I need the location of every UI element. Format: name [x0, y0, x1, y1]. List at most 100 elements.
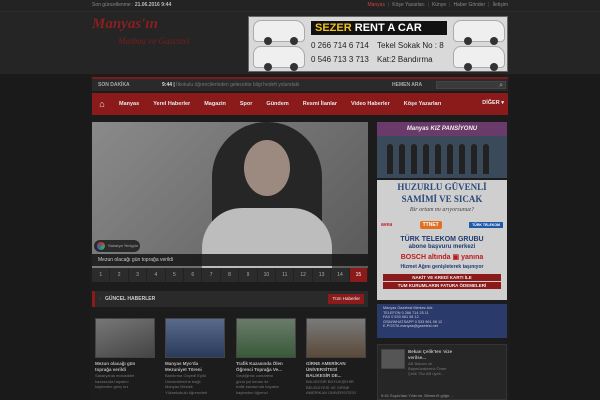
slider-page-button[interactable]: 5: [166, 268, 185, 282]
brand-logos: avea TTNET TÜRK TELEKOM: [381, 218, 503, 232]
nav-item-official-ads[interactable]: Resmi İlanlar: [296, 101, 344, 107]
news-thumbnail[interactable]: [95, 318, 155, 358]
ad-title: Manyas KIZ PANSİYONU: [377, 122, 507, 136]
side-news-title[interactable]: Bekan Çelik'ten 'vize verilse...: [408, 349, 452, 361]
ticker-label: SON DAKİKA: [98, 82, 130, 88]
slider-page-button-active[interactable]: 15: [349, 268, 369, 282]
car-image: [453, 20, 505, 45]
ad-phone-2: 0 546 713 3 713: [311, 55, 369, 64]
ticker-text[interactable]: 9:44 | İlkokulu öğrencilerinden gelecekt…: [162, 79, 299, 91]
news-thumbnail[interactable]: [306, 318, 366, 358]
news-thumbnail[interactable]: [236, 318, 296, 358]
slider-page-button[interactable]: 4: [147, 268, 166, 282]
slider-page-button[interactable]: 9: [239, 268, 258, 282]
news-card-title[interactable]: Trafik Kazasında Ölen Öğrenci Toprağa Ve…: [236, 361, 298, 373]
nav-item-magazine[interactable]: Magazin: [197, 101, 233, 107]
news-card-desc: BALIKESİR BÜYÜKŞEHİR BELEDİYESİ VE GİRNE…: [306, 379, 356, 395]
nav-item-video-news[interactable]: Video Haberler: [344, 101, 397, 107]
home-icon[interactable]: ⌂: [92, 99, 112, 109]
turk-telekom-logo: TÜRK TELEKOM: [469, 222, 503, 228]
search-label: HEMEN ARA: [392, 82, 423, 88]
news-card-desc: Sakarya'da motosiklet kazasında hayatını…: [95, 373, 135, 389]
ad-subline: Bir ortam mı arıyorsunuz?: [409, 207, 475, 213]
nav-more-dropdown[interactable]: DİĞER ▾: [482, 100, 504, 106]
main-nav: ⌂ Manyas Yerel Haberler Magazin Spor Gün…: [92, 93, 508, 115]
top-link-imprint[interactable]: Künye: [432, 2, 446, 8]
search-input[interactable]: ⌕: [436, 81, 506, 89]
page-margin-left: [0, 74, 90, 400]
nav-item-columnists[interactable]: Köşe Yazarları: [397, 101, 449, 107]
top-bar: Son güncellenme : 21.06.2016 9:44 Manyas…: [0, 0, 600, 12]
section-title: GÜNCEL HABERLER: [105, 296, 156, 302]
side-news-box: Bekan Çelik'ten 'vize verilse... AB Baka…: [377, 344, 507, 400]
slider-page-button[interactable]: 3: [129, 268, 148, 282]
ad-text: Hizmet Ağını genişleterek taşınıyor: [400, 264, 484, 270]
logo-title: Manyas'ın: [92, 16, 158, 32]
nav-item-sports[interactable]: Spor: [233, 101, 260, 107]
news-card[interactable]: Manyas Myo'da Mezuniyet Töreni Bandırma …: [165, 318, 227, 400]
slider-page-button[interactable]: 14: [331, 268, 350, 282]
ad-headline: HUZURLU GÜVENLİ: [397, 182, 487, 192]
car-image: [253, 20, 305, 45]
nav-item-manyas[interactable]: Manyas: [112, 101, 146, 107]
all-news-button[interactable]: Tüm Haberler: [328, 294, 364, 304]
slider-page-button[interactable]: 13: [313, 268, 332, 282]
news-card[interactable]: GİRNE AMERİKAN ÜNİVERSİTESİ BALIKESİR DE…: [306, 318, 368, 400]
current-news-header: › GÜNCEL HABERLER Tüm Haberler: [92, 291, 368, 307]
nav-item-agenda[interactable]: Gündem: [259, 101, 295, 107]
slider-page-button[interactable]: 1: [92, 268, 111, 282]
top-links: Manyas | Köşe Yazarları | Künye | Haber Gön…: [367, 2, 508, 8]
ad-phone-1: 0 266 714 6 714: [311, 41, 369, 50]
news-card[interactable]: Mezun olacağı gün toprağa verildi Sakary…: [95, 318, 157, 400]
nav-item-local-news[interactable]: Yerel Haberler: [146, 101, 197, 107]
last-updated: Son güncellenme : 21.06.2016 9:44: [92, 2, 172, 8]
news-card-title[interactable]: Manyas Myo'da Mezuniyet Töreni: [165, 361, 227, 373]
side-news-desc: AB Bakanı ve Başmüzakereci Ömer Çelik "S…: [408, 361, 447, 376]
news-thumbnail[interactable]: [165, 318, 225, 358]
news-card-title[interactable]: GİRNE AMERİKAN ÜNİVERSİTESİ BALIKESİR DE…: [306, 361, 368, 379]
slider-page-button[interactable]: 6: [184, 268, 203, 282]
side-news-thumbnail[interactable]: [381, 349, 405, 369]
avea-logo: avea: [381, 222, 393, 228]
ad-address-1: Tekel Sokak No : 8: [377, 41, 444, 50]
breaking-news-ticker: SON DAKİKA 9:44 | İlkokulu öğrencilerind…: [92, 77, 508, 91]
slider-caption[interactable]: Mezun olacağı gün toprağa verildi: [92, 254, 368, 266]
news-card-desc: Bandırma Onyedi Eylül Üniversitesi'ne ba…: [165, 373, 208, 395]
news-card-title[interactable]: Mezun olacağı gün toprağa verildi: [95, 361, 157, 373]
search-icon[interactable]: ⌕: [499, 80, 503, 92]
arrow-right-icon: ›: [99, 296, 101, 302]
rent-a-car-banner-ad[interactable]: SEZER RENT A CAR 0 266 714 6 714 0 546 7…: [248, 16, 508, 72]
news-card[interactable]: Trafik Kazasında Ölen Öğrenci Toprağa Ve…: [236, 318, 298, 400]
slider-page-button[interactable]: 2: [110, 268, 129, 282]
headline-slider-image[interactable]: Sakarya Yenigün: [92, 122, 368, 268]
ad-address-2: Kat:2 Bandırma: [377, 55, 433, 64]
slider-page-button[interactable]: 7: [202, 268, 221, 282]
contact-info-box: Manyas Gazetesi Merkez Adr. TELEFON 0 26…: [377, 304, 507, 338]
page-margin-right: [510, 74, 600, 400]
ad-banner-bar: TUM KURUMLARIN FATURA ÖDEMELERİ: [383, 282, 501, 289]
slider-pager: 1 2 3 4 5 6 7 8 9 10 11 12 13 14 15: [92, 268, 369, 282]
ad-text: abone başvuru merkezi: [408, 244, 476, 250]
bosch-line: BOSCH altında ▣ yanına: [400, 254, 484, 261]
ad-brand: SEZER RENT A CAR: [311, 21, 447, 35]
ad-text: TÜRK TELEKOM GRUBU: [400, 236, 484, 243]
top-link-contact[interactable]: İletişim: [492, 2, 508, 8]
car-image: [453, 46, 505, 71]
slider-page-button[interactable]: 10: [258, 268, 277, 282]
ttnet-logo: TTNET: [419, 221, 442, 229]
side-news-item[interactable]: 9:44 Soylu'dan Yıldırım, Bilmeni't göğe.…: [381, 393, 453, 398]
top-link-columnists[interactable]: Köşe Yazarları: [392, 2, 424, 8]
news-card-desc: Geçtiğimiz cumartesi günü yol kenarı ile…: [236, 373, 280, 395]
site-logo[interactable]: Manyas'ın Matbaa ve Gazetesi: [92, 14, 232, 54]
girls-dormitory-ad[interactable]: Manyas KIZ PANSİYONU: [377, 122, 507, 178]
telecom-dealer-ad[interactable]: HUZURLU GÜVENLİ SAMİMİ VE SICAK Bir orta…: [377, 180, 507, 300]
car-image: [253, 46, 305, 71]
top-link-manyas[interactable]: Manyas: [367, 2, 385, 8]
slider-page-button[interactable]: 12: [294, 268, 313, 282]
watermark-logo: Sakarya Yenigün: [94, 240, 140, 252]
ad-headline-2: SAMİMİ VE SICAK: [401, 194, 483, 204]
slider-page-button[interactable]: 8: [221, 268, 240, 282]
top-link-send-news[interactable]: Haber Gönder: [453, 2, 485, 8]
slider-page-button[interactable]: 11: [276, 268, 295, 282]
logo-subtitle: Matbaa ve Gazetesi: [118, 36, 190, 46]
